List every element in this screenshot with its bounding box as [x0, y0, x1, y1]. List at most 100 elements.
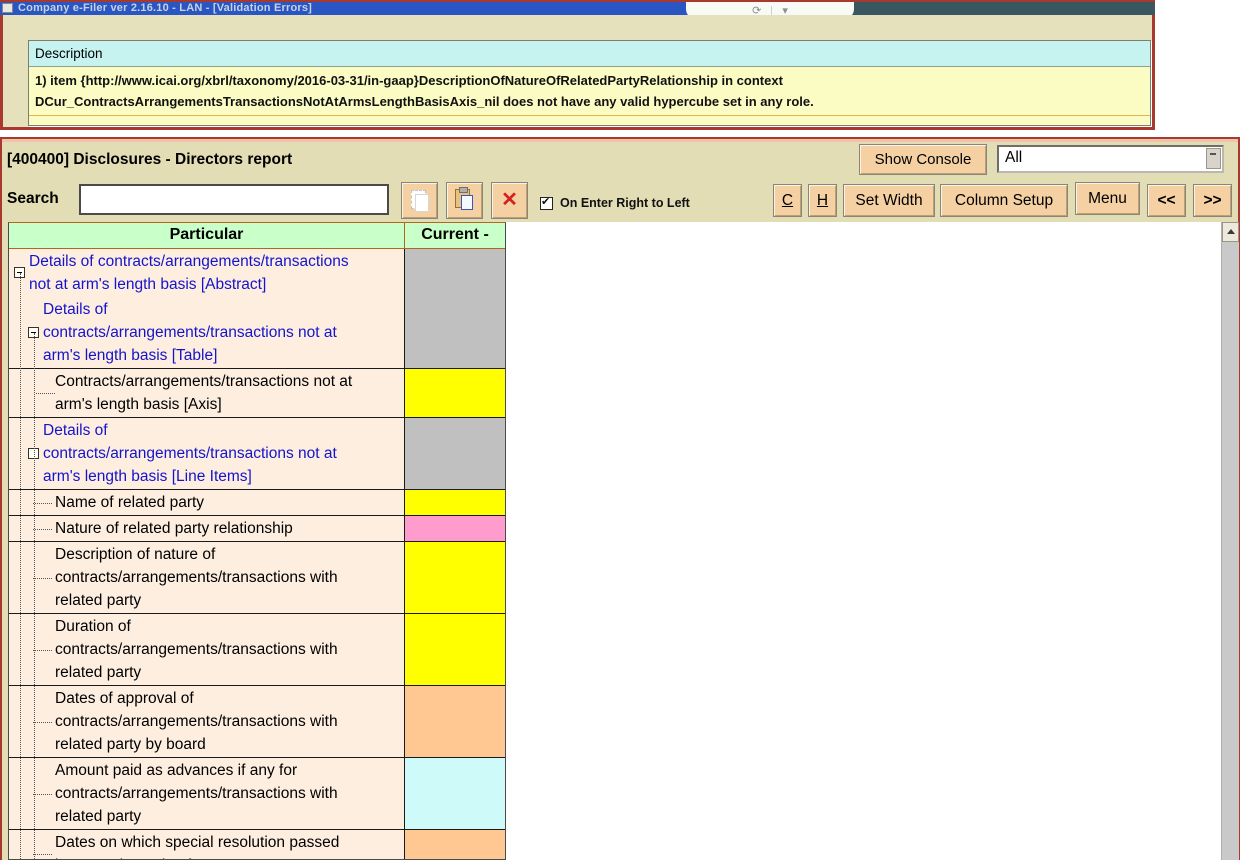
- screen: Company e-Filer ver 2.16.10 - LAN - [Val…: [0, 0, 1252, 860]
- table-row[interactable]: Nature of related party relationship: [9, 516, 505, 542]
- prev-button[interactable]: <<: [1147, 184, 1186, 217]
- validation-client-area: Description 1) item {http://www.icai.org…: [0, 15, 1155, 130]
- copy-button[interactable]: [401, 182, 438, 219]
- description-panel: Description 1) item {http://www.icai.org…: [28, 40, 1151, 126]
- particular-cell: Details of contracts/arrangements/transa…: [9, 418, 405, 489]
- search-input[interactable]: [79, 184, 389, 215]
- current-cell[interactable]: [405, 758, 505, 829]
- scrollbar-up-icon: [1227, 229, 1235, 234]
- column-header-current: Current -: [405, 223, 505, 248]
- grid-empty-area: [506, 222, 1221, 860]
- tree-leaf-dots: [33, 722, 52, 723]
- current-cell[interactable]: [405, 686, 505, 757]
- current-cell[interactable]: [405, 369, 505, 417]
- current-cell[interactable]: [405, 542, 505, 613]
- table-row[interactable]: Amount paid as advances if any for contr…: [9, 758, 505, 830]
- particular-cell: Dates on which special resolution passed…: [9, 830, 405, 860]
- current-cell[interactable]: [405, 516, 505, 541]
- table-row[interactable]: Dates of approval of contracts/arrangeme…: [9, 686, 505, 758]
- menu-button[interactable]: Menu: [1075, 182, 1140, 215]
- row-label: Amount paid as advances if any for contr…: [55, 759, 402, 828]
- table-row[interactable]: Description of nature of contracts/arran…: [9, 542, 505, 614]
- divider: [771, 6, 772, 16]
- tree-leaf-dots: [36, 393, 55, 394]
- overlay-controls: ⟳ ▾: [686, 2, 854, 15]
- title-bar-overlap: [852, 2, 1155, 15]
- current-cell[interactable]: [405, 297, 505, 368]
- table-row[interactable]: Contracts/arrangements/transactions not …: [9, 369, 505, 418]
- current-cell[interactable]: [405, 490, 505, 515]
- table-row[interactable]: Details of contracts/arrangements/transa…: [9, 249, 505, 297]
- title-bar: Company e-Filer ver 2.16.10 - LAN - [Val…: [0, 0, 1155, 15]
- row-label: Dates of approval of contracts/arrangeme…: [55, 687, 402, 756]
- table-row[interactable]: Details of contracts/arrangements/transa…: [9, 418, 505, 490]
- row-label: Details of contracts/arrangements/transa…: [43, 298, 402, 367]
- current-cell[interactable]: [405, 830, 505, 860]
- caret-down-icon[interactable]: ▾: [782, 4, 788, 15]
- dropdown-arrow-icon[interactable]: [1206, 148, 1221, 169]
- table-row[interactable]: Name of related party: [9, 490, 505, 516]
- check-icon: ✔: [541, 195, 550, 208]
- disclosure-table: Particular Current - Details of contract…: [8, 222, 506, 860]
- tree-leaf-dots: [33, 794, 52, 795]
- delete-button[interactable]: ✕: [491, 182, 528, 219]
- table-row[interactable]: Dates on which special resolution passed…: [9, 830, 505, 860]
- table-body: Details of contracts/arrangements/transa…: [9, 249, 505, 860]
- c-button[interactable]: C: [773, 184, 802, 217]
- tree-leaf-dots: [33, 650, 52, 651]
- divider: [29, 115, 1150, 116]
- window-title: Company e-Filer ver 2.16.10 - LAN - [Val…: [18, 2, 312, 15]
- particular-cell: Details of contracts/arrangements/transa…: [9, 297, 405, 368]
- tree-guide-line: [20, 273, 21, 860]
- refresh-icon[interactable]: ⟳: [752, 4, 761, 15]
- row-label: Details of contracts/arrangements/transa…: [43, 419, 402, 488]
- current-cell[interactable]: [405, 418, 505, 489]
- filter-value: All: [1005, 149, 1022, 167]
- scroll-up-button[interactable]: [1222, 222, 1239, 242]
- row-label: Nature of related party relationship: [55, 517, 402, 540]
- table-row[interactable]: Details of contracts/arrangements/transa…: [9, 297, 505, 369]
- particular-cell: Amount paid as advances if any for contr…: [9, 758, 405, 829]
- set-width-button[interactable]: Set Width: [843, 184, 935, 217]
- page-title: [400400] Disclosures - Directors report: [7, 151, 292, 169]
- app-icon: [2, 3, 13, 13]
- particular-cell: Duration of contracts/arrangements/trans…: [9, 614, 405, 685]
- paste-icon: [455, 189, 470, 208]
- search-label: Search: [7, 190, 59, 208]
- row-label: Contracts/arrangements/transactions not …: [55, 370, 402, 416]
- particular-cell: Name of related party: [9, 490, 405, 515]
- tree-leaf-dots: [33, 503, 52, 504]
- paste-button[interactable]: [446, 182, 483, 219]
- h-button[interactable]: H: [808, 184, 837, 217]
- column-setup-button[interactable]: Column Setup: [940, 184, 1068, 217]
- row-label: Duration of contracts/arrangements/trans…: [55, 615, 402, 684]
- particular-cell: Description of nature of contracts/arran…: [9, 542, 405, 613]
- particular-cell: Details of contracts/arrangements/transa…: [9, 249, 405, 297]
- tree-guide-line: [34, 333, 35, 860]
- on-enter-checkbox[interactable]: ✔: [540, 197, 553, 210]
- table-row[interactable]: Duration of contracts/arrangements/trans…: [9, 614, 505, 686]
- description-header: Description: [29, 41, 1150, 67]
- next-button[interactable]: >>: [1193, 184, 1232, 217]
- column-header-particular: Particular: [9, 223, 405, 248]
- current-cell[interactable]: [405, 614, 505, 685]
- row-label: Dates on which special resolution passed…: [55, 831, 402, 860]
- table-header: Particular Current -: [9, 223, 505, 249]
- filter-select[interactable]: All: [997, 145, 1224, 173]
- copy-icon: [411, 190, 426, 209]
- delete-icon: ✕: [492, 183, 527, 218]
- show-console-button[interactable]: Show Console: [859, 144, 987, 175]
- particular-cell: Nature of related party relationship: [9, 516, 405, 541]
- row-label: Description of nature of contracts/arran…: [55, 543, 402, 612]
- validation-errors-window: Company e-Filer ver 2.16.10 - LAN - [Val…: [0, 0, 1155, 130]
- vertical-scrollbar[interactable]: [1221, 222, 1239, 860]
- tree-leaf-dots: [33, 529, 52, 530]
- current-cell[interactable]: [405, 249, 505, 297]
- tree-leaf-dots: [33, 578, 52, 579]
- row-label: Details of contracts/arrangements/transa…: [29, 250, 402, 296]
- particular-cell: Dates of approval of contracts/arrangeme…: [9, 686, 405, 757]
- error-text: 1) item {http://www.icai.org/xbrl/taxono…: [29, 67, 1150, 112]
- row-label: Name of related party: [55, 491, 402, 514]
- tree-leaf-dots: [33, 854, 52, 855]
- on-enter-label: On Enter Right to Left: [560, 196, 690, 210]
